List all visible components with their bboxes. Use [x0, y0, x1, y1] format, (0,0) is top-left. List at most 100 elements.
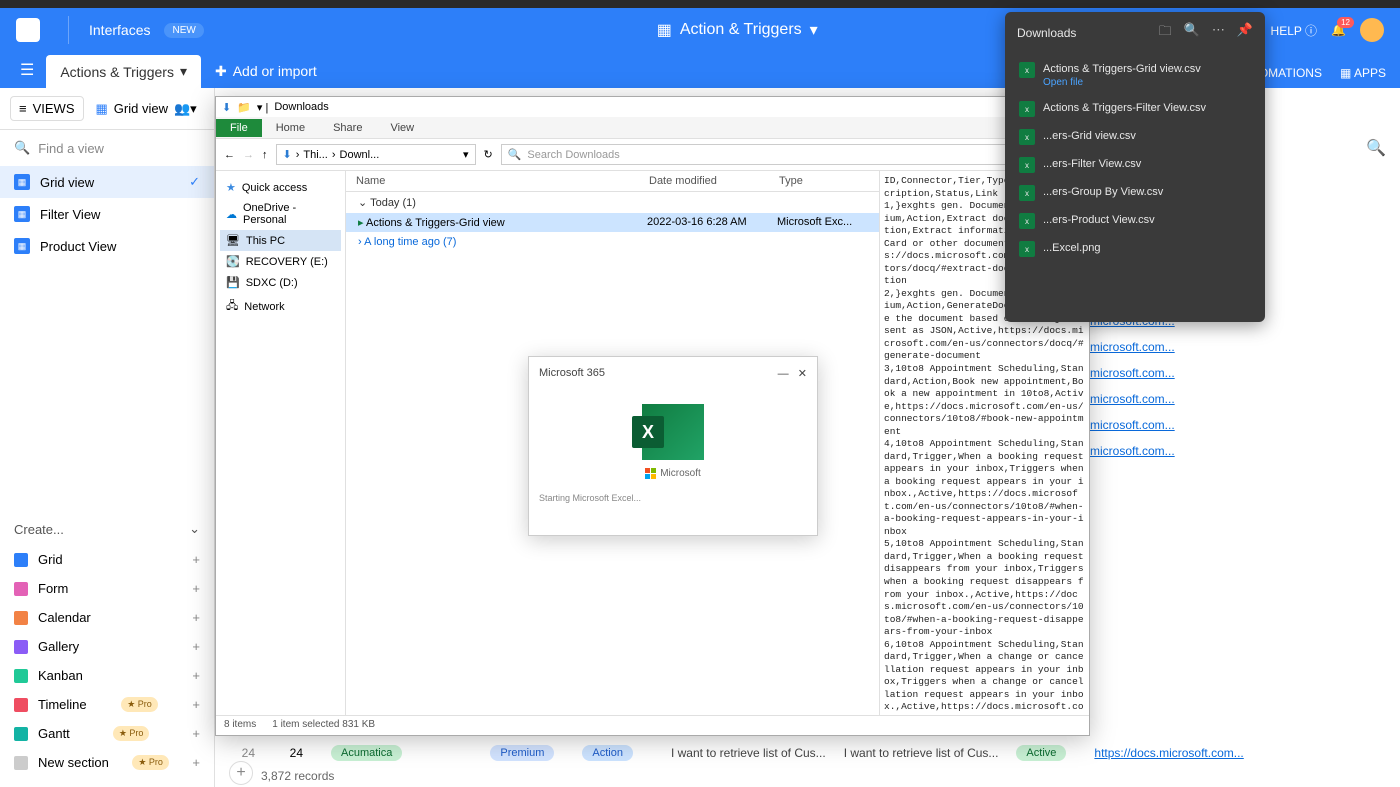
- create-gallery[interactable]: Gallery+: [14, 632, 200, 661]
- record-link[interactable]: microsoft.com...: [1090, 412, 1175, 438]
- chevron-down-icon: ▾: [810, 20, 818, 40]
- views-button[interactable]: ≡ VIEWS: [10, 96, 84, 121]
- create-kanban[interactable]: Kanban+: [14, 661, 200, 690]
- column-date[interactable]: Date modified: [649, 175, 779, 187]
- people-icon[interactable]: 👥▾: [174, 101, 197, 117]
- pro-badge: ★ Pro: [113, 726, 150, 741]
- create-timeline[interactable]: Timeline★ Pro+: [14, 690, 200, 719]
- create-new-section[interactable]: New section★ Pro+: [14, 748, 200, 777]
- view-type-icon: [14, 727, 28, 741]
- add-import-button[interactable]: ✚ Add or import: [201, 55, 331, 88]
- down-arrow-icon[interactable]: ⬇: [222, 101, 231, 114]
- breadcrumb[interactable]: ⬇ ›Thi... ›Downl... ▾: [276, 144, 476, 165]
- record-link[interactable]: microsoft.com...: [1090, 386, 1175, 412]
- plus-icon: +: [192, 639, 200, 654]
- explorer-search-input[interactable]: 🔍 Search Downloads: [501, 144, 1081, 165]
- create-gantt[interactable]: Gantt★ Pro+: [14, 719, 200, 748]
- grid-icon: ▦: [96, 101, 108, 117]
- column-type[interactable]: Type: [779, 175, 869, 187]
- notifications-icon[interactable]: 🔔: [1331, 23, 1346, 37]
- left-sidebar: ≡ VIEWS ▦ Grid view 👥▾ 🔍 Find a view ▦ G…: [0, 88, 215, 787]
- explorer-title-bar[interactable]: ⬇ 📁 ▾ | Downloads — ▢ ✕: [216, 97, 1089, 117]
- browser-downloads-panel[interactable]: Downloads 🗀 🔍 ⋯ 📌 xActions & Triggers-Gr…: [1005, 12, 1265, 322]
- view-type-icon: [14, 611, 28, 625]
- sidebar-item-grid-view[interactable]: ▦ Grid view ✓: [0, 166, 214, 198]
- active-table-tab[interactable]: Actions & Triggers ▾: [46, 55, 201, 88]
- plus-icon: +: [192, 610, 200, 625]
- sidebar-item-product-view[interactable]: ▦ Product View: [0, 230, 214, 262]
- ribbon-view[interactable]: View: [376, 118, 428, 138]
- column-name[interactable]: Name: [356, 175, 649, 187]
- download-item[interactable]: x...Excel.png: [1017, 235, 1253, 263]
- grid-icon: ▦: [14, 238, 30, 254]
- downloads-title: Downloads: [1017, 26, 1076, 40]
- ribbon-file[interactable]: File: [216, 119, 262, 137]
- download-item[interactable]: x...ers-Filter View.csv: [1017, 151, 1253, 179]
- ribbon-share[interactable]: Share: [319, 118, 376, 138]
- create-form[interactable]: Form+: [14, 574, 200, 603]
- ribbon-home[interactable]: Home: [262, 118, 319, 138]
- sidebar-sdxc[interactable]: 💾SDXC (D:): [220, 272, 341, 293]
- explorer-status-bar: 8 items 1 item selected 831 KB: [216, 715, 1089, 735]
- back-icon[interactable]: ←: [224, 149, 235, 161]
- download-item[interactable]: xActions & Triggers-Grid view.csvOpen fi…: [1017, 56, 1253, 95]
- list-icon: ≡: [19, 101, 27, 116]
- record-link[interactable]: microsoft.com...: [1090, 438, 1175, 464]
- refresh-icon[interactable]: ↻: [484, 148, 493, 161]
- plus-icon: +: [192, 755, 200, 770]
- record-link[interactable]: microsoft.com...: [1090, 334, 1175, 360]
- add-record-button[interactable]: +: [229, 761, 253, 785]
- folder-icon[interactable]: 🗀: [1159, 22, 1172, 44]
- apps-link[interactable]: ▦ APPS: [1340, 66, 1386, 80]
- create-grid[interactable]: Grid+: [14, 545, 200, 574]
- help-link[interactable]: HELP ⓘ: [1271, 22, 1318, 39]
- close-icon[interactable]: ✕: [798, 368, 807, 380]
- views-toolbar: ≡ VIEWS ▦ Grid view 👥▾: [0, 88, 214, 130]
- up-icon[interactable]: ↑: [262, 149, 268, 161]
- help-icon: ⓘ: [1305, 24, 1317, 38]
- avatar[interactable]: [1360, 18, 1384, 42]
- menu-icon[interactable]: ☰: [8, 52, 46, 88]
- sidebar-quick-access[interactable]: ★Quick access: [220, 177, 341, 198]
- download-item[interactable]: x...ers-Product View.csv: [1017, 207, 1253, 235]
- grid-view-selector[interactable]: Grid view: [114, 101, 168, 116]
- interfaces-link[interactable]: Interfaces: [89, 22, 150, 38]
- download-item[interactable]: xActions & Triggers-Filter View.csv: [1017, 95, 1253, 123]
- airtable-logo-icon[interactable]: [16, 18, 40, 42]
- excel-status-text: Starting Microsoft Excel...: [539, 493, 807, 503]
- plus-icon: ✚: [215, 63, 227, 80]
- search-icon[interactable]: 🔍: [1366, 138, 1386, 158]
- group-long-ago[interactable]: › A long time ago (7): [346, 232, 879, 252]
- sidebar-item-filter-view[interactable]: ▦ Filter View: [0, 198, 214, 230]
- plus-icon: +: [192, 552, 200, 567]
- open-file-link[interactable]: Open file: [1043, 76, 1201, 89]
- download-item[interactable]: x...ers-Grid view.csv: [1017, 123, 1253, 151]
- search-icon: 🔍: [14, 140, 30, 156]
- plus-icon: +: [192, 697, 200, 712]
- table-icon: ▦: [657, 20, 672, 40]
- sidebar-network[interactable]: 🖧Network: [220, 293, 341, 320]
- visible-table-row[interactable]: 24 24 Acumatica Premium Action I want to…: [231, 745, 1380, 761]
- pin-icon[interactable]: 📌: [1237, 22, 1253, 44]
- create-section-header[interactable]: Create... ⌄: [14, 513, 200, 545]
- find-view-input[interactable]: 🔍 Find a view: [0, 130, 214, 166]
- group-today[interactable]: ⌄ Today (1): [346, 192, 879, 213]
- more-icon[interactable]: ⋯: [1212, 22, 1225, 44]
- sidebar-onedrive[interactable]: ☁OneDrive - Personal: [220, 198, 341, 230]
- divider: [68, 16, 69, 44]
- plus-icon: +: [192, 726, 200, 741]
- search-icon[interactable]: 🔍: [1184, 22, 1200, 44]
- create-calendar[interactable]: Calendar+: [14, 603, 200, 632]
- sidebar-this-pc[interactable]: 🖥This PC: [220, 230, 341, 251]
- plus-icon: +: [192, 668, 200, 683]
- sidebar-recovery[interactable]: 💽RECOVERY (E:): [220, 251, 341, 272]
- file-row-selected[interactable]: ▸ Actions & Triggers-Grid view 2022-03-1…: [346, 213, 879, 232]
- download-item[interactable]: x...ers-Group By View.csv: [1017, 179, 1253, 207]
- excel-brand: Microsoft 365: [539, 367, 605, 380]
- record-link[interactable]: microsoft.com...: [1090, 360, 1175, 386]
- minimize-icon[interactable]: —: [778, 368, 789, 380]
- search-icon: 🔍: [508, 148, 522, 161]
- forward-icon[interactable]: →: [243, 149, 254, 161]
- folder-icon: 📁: [237, 101, 251, 114]
- pro-badge: ★ Pro: [132, 755, 169, 770]
